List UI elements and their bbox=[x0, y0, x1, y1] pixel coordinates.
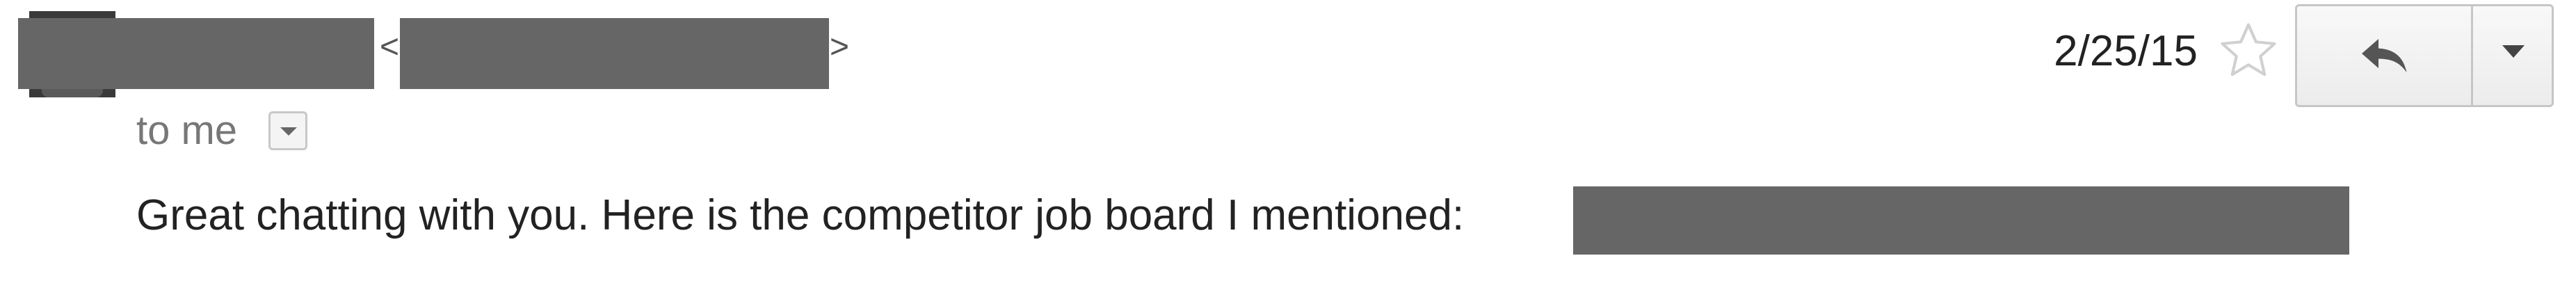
reply-arrow-icon bbox=[2362, 39, 2407, 72]
message-body-text: Great chatting with you. Here is the com… bbox=[136, 191, 1465, 239]
chevron-down-icon bbox=[280, 127, 297, 136]
sender-name-redacted bbox=[18, 18, 374, 89]
star-icon[interactable] bbox=[2217, 19, 2280, 82]
reply-button-group bbox=[2295, 4, 2554, 107]
recipient-label: to me bbox=[136, 108, 238, 153]
star-outline-icon bbox=[2221, 23, 2276, 77]
email-message-header: < > to me 2/25/15 Great chatting with yo… bbox=[0, 0, 2576, 281]
sender-email-redacted bbox=[400, 18, 829, 89]
email-angle-close: > bbox=[830, 29, 850, 65]
reply-button[interactable] bbox=[2297, 6, 2473, 105]
message-date: 2/25/15 bbox=[2054, 27, 2198, 75]
redacted-link bbox=[1573, 186, 2349, 255]
more-options-button[interactable] bbox=[2473, 6, 2552, 105]
show-details-button[interactable] bbox=[268, 111, 307, 150]
email-angle-open: < bbox=[380, 29, 400, 65]
caret-down-icon bbox=[2502, 45, 2525, 58]
